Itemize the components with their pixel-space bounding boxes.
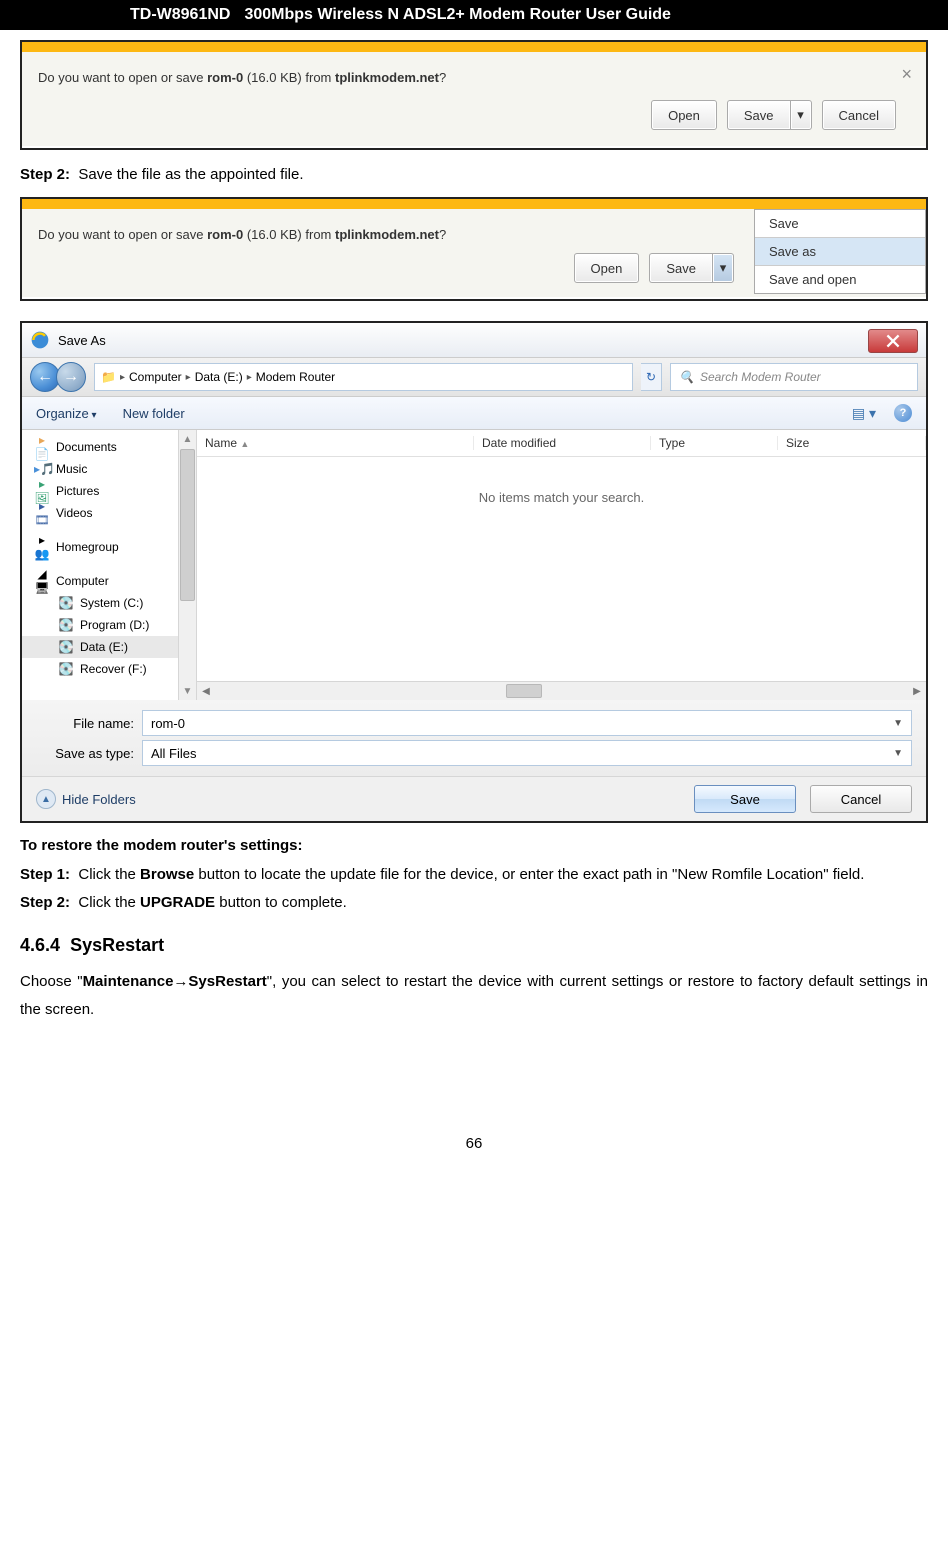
filename-label: File name: <box>36 716 142 731</box>
ie-accent-bar <box>22 42 926 52</box>
filename-input[interactable]: rom-0 ▼ <box>142 710 912 736</box>
help-icon[interactable]: ? <box>894 404 912 422</box>
step-2-line: Step 2: Save the file as the appointed f… <box>20 166 928 183</box>
h-scroll-thumb[interactable] <box>506 684 542 698</box>
tree-drive-f[interactable]: 💽Recover (F:) <box>22 658 196 680</box>
ie-icon <box>30 330 50 350</box>
filetype-label: Save as type: <box>36 746 142 761</box>
close-icon[interactable]: × <box>901 64 912 85</box>
menu-save-and-open[interactable]: Save and open <box>755 266 925 293</box>
open-button[interactable]: Open <box>651 100 717 130</box>
cancel-button[interactable]: Cancel <box>810 785 912 813</box>
cancel-button[interactable]: Cancel <box>822 100 896 130</box>
tree-documents[interactable]: ▸📄Documents <box>22 436 196 458</box>
filetype-select[interactable]: All Files ▼ <box>142 740 912 766</box>
page-header: TD-W8961ND 300Mbps Wireless N ADSL2+ Mod… <box>0 0 948 30</box>
restore-step2: Step 2: Click the UPGRADE button to comp… <box>20 892 928 915</box>
section-heading: 4.6.4 SysRestart <box>20 935 928 956</box>
dialog-title: Save As <box>58 333 106 348</box>
download-prompt-2: Do you want to open or save rom-0 (16.0 … <box>20 197 928 301</box>
download-prompt-1: Do you want to open or save rom-0 (16.0 … <box>20 40 928 150</box>
window-close-button[interactable] <box>868 329 918 353</box>
collapse-icon: ▲ <box>36 789 56 809</box>
search-input[interactable]: 🔍 Search Modem Router <box>670 363 918 391</box>
guide-title: 300Mbps Wireless N ADSL2+ Modem Router U… <box>244 6 670 24</box>
model-number: TD-W8961ND <box>130 6 230 24</box>
chevron-down-icon[interactable]: ▼ <box>893 748 903 759</box>
save-dropdown-menu: Save Save as Save and open <box>754 209 926 294</box>
save-button[interactable]: Save <box>694 785 796 813</box>
folder-icon: 📁 <box>101 370 116 384</box>
horizontal-scrollbar[interactable]: ◀ ▶ <box>197 681 926 700</box>
scroll-left-icon[interactable]: ◀ <box>197 682 215 700</box>
breadcrumb[interactable]: 📁 ▸ Computer ▸ Data (E:) ▸ Modem Router <box>94 363 633 391</box>
refresh-button[interactable]: ↻ <box>641 363 662 391</box>
save-button[interactable]: Save <box>649 253 712 283</box>
tree-homegroup[interactable]: ▸👥Homegroup <box>22 536 196 558</box>
download-prompt-text: Do you want to open or save rom-0 (16.0 … <box>38 70 446 85</box>
menu-save[interactable]: Save <box>755 210 925 237</box>
ie-accent-bar <box>22 199 926 209</box>
open-button[interactable]: Open <box>574 253 640 283</box>
column-headers[interactable]: Name ▲ Date modified Type Size <box>197 430 926 457</box>
save-button[interactable]: Save <box>727 100 790 130</box>
tree-drive-d[interactable]: 💽Program (D:) <box>22 614 196 636</box>
save-dropdown-arrow[interactable]: ▾ <box>712 253 734 283</box>
scroll-down-icon[interactable]: ▼ <box>179 682 196 700</box>
hide-folders-toggle[interactable]: ▲ Hide Folders <box>36 789 136 809</box>
sidebar-scrollbar[interactable]: ▲ ▼ <box>178 430 196 700</box>
folder-tree: ▸📄Documents ▸🎵Music ▸🖼Pictures ▸🎞Videos … <box>22 430 197 700</box>
scroll-up-icon[interactable]: ▲ <box>179 430 196 448</box>
empty-message: No items match your search. <box>197 490 926 505</box>
save-dropdown-arrow[interactable]: ▾ <box>790 100 812 130</box>
file-list: Name ▲ Date modified Type Size No items … <box>197 430 926 700</box>
section-paragraph: Choose "Maintenance→SysRestart", you can… <box>20 968 928 1025</box>
organize-menu[interactable]: Organize <box>36 406 97 421</box>
tree-computer[interactable]: ◢🖥Computer <box>22 570 196 592</box>
restore-title: To restore the modem router's settings: <box>20 835 928 858</box>
new-folder-button[interactable]: New folder <box>123 406 185 421</box>
search-icon: 🔍 <box>679 370 694 384</box>
tree-drive-e[interactable]: 💽Data (E:) <box>22 636 196 658</box>
save-as-dialog: Save As ← → 📁 ▸ Computer ▸ Data (E:) ▸ M… <box>20 321 928 823</box>
page-number: 66 <box>20 1135 928 1152</box>
scroll-thumb[interactable] <box>180 449 195 601</box>
menu-save-as[interactable]: Save as <box>755 237 925 266</box>
view-options-icon[interactable]: ▤ ▾ <box>852 405 876 422</box>
tree-videos[interactable]: ▸🎞Videos <box>22 502 196 524</box>
chevron-down-icon[interactable]: ▼ <box>893 718 903 729</box>
scroll-right-icon[interactable]: ▶ <box>908 682 926 700</box>
tree-drive-c[interactable]: 💽System (C:) <box>22 592 196 614</box>
restore-step1: Step 1: Click the Browse button to locat… <box>20 864 928 887</box>
nav-forward-button[interactable]: → <box>56 362 86 392</box>
download-prompt-text: Do you want to open or save rom-0 (16.0 … <box>38 227 446 242</box>
